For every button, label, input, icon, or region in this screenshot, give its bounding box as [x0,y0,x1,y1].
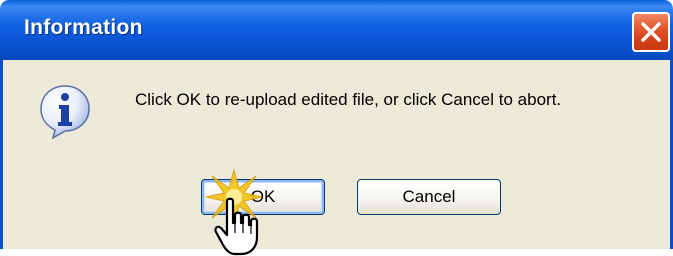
dialog-message: Click OK to re-upload edited file, or cl… [135,90,562,109]
close-button[interactable] [632,12,670,52]
information-dialog: Information Click OK to re-upload edited… [0,0,673,256]
dialog-body: Click OK to re-upload edited file, or cl… [0,60,673,256]
title-bar[interactable]: Information [0,0,673,60]
dialog-bottom-edge [0,249,673,256]
ok-button[interactable]: OK [201,179,325,215]
dialog-title: Information [24,16,143,39]
info-icon [40,85,90,140]
close-icon [641,22,661,42]
cancel-button[interactable]: Cancel [357,179,501,215]
